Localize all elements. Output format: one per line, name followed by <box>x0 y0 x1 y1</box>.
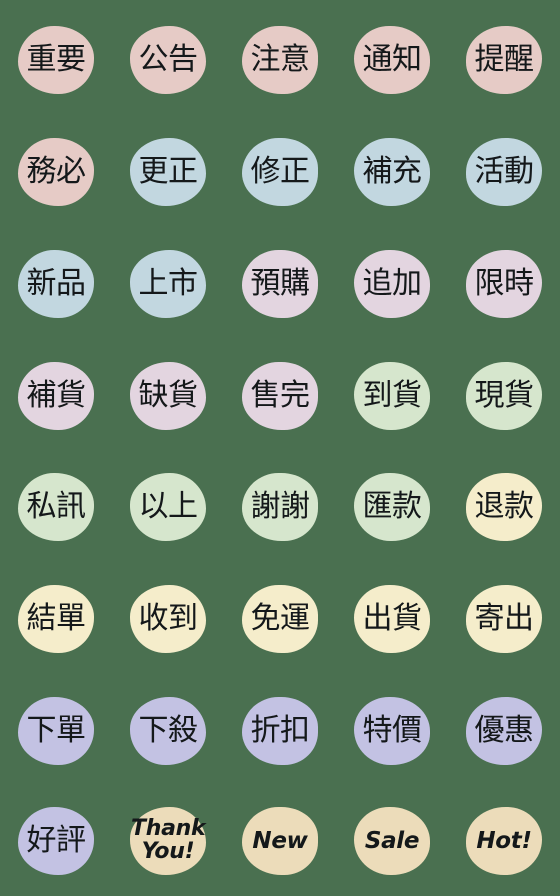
sticker-label: 現貨 <box>474 379 535 412</box>
sticker-label: 新品 <box>26 267 87 300</box>
sticker-label: Thank You! <box>131 816 206 864</box>
sticker-label: 好評 <box>26 824 87 857</box>
sticker-label: 結單 <box>26 602 87 635</box>
sticker-label: 更正 <box>138 155 199 188</box>
sticker-label: 匯款 <box>362 490 423 523</box>
sticker-label: 以上 <box>138 490 199 523</box>
sticker-6-1[interactable]: 結單 <box>18 585 94 653</box>
sticker-label: 活動 <box>474 155 535 188</box>
sticker-label: 謝謝 <box>250 490 311 523</box>
sticker-1-2[interactable]: 公告 <box>130 26 206 94</box>
sticker-label: 下單 <box>26 714 87 747</box>
sticker-4-1[interactable]: 補貨 <box>18 362 94 430</box>
sticker-label: 追加 <box>362 267 423 300</box>
sticker-7-1[interactable]: 下單 <box>18 697 94 765</box>
sticker-label: 特價 <box>362 714 423 747</box>
sticker-label: 出貨 <box>362 602 423 635</box>
sticker-6-3[interactable]: 免運 <box>242 585 318 653</box>
sticker-label: 退款 <box>474 490 535 523</box>
sticker-2-5[interactable]: 活動 <box>466 138 542 206</box>
sticker-5-4[interactable]: 匯款 <box>354 473 430 541</box>
sticker-2-4[interactable]: 補充 <box>354 138 430 206</box>
sticker-3-3[interactable]: 預購 <box>242 250 318 318</box>
sticker-3-4[interactable]: 追加 <box>354 250 430 318</box>
sticker-label: 提醒 <box>474 43 535 76</box>
sticker-8-1[interactable]: 好評 <box>18 807 94 875</box>
sticker-6-5[interactable]: 寄出 <box>466 585 542 653</box>
sticker-7-3[interactable]: 折扣 <box>242 697 318 765</box>
sticker-label: 免運 <box>250 602 311 635</box>
sticker-5-1[interactable]: 私訊 <box>18 473 94 541</box>
sticker-label: 修正 <box>250 155 311 188</box>
sticker-6-2[interactable]: 收到 <box>130 585 206 653</box>
sticker-label: 務必 <box>26 155 87 188</box>
sticker-label: New <box>252 827 308 854</box>
sticker-label: 通知 <box>362 43 423 76</box>
sticker-8-3[interactable]: New <box>242 807 318 875</box>
sticker-3-5[interactable]: 限時 <box>466 250 542 318</box>
sticker-2-3[interactable]: 修正 <box>242 138 318 206</box>
sticker-7-2[interactable]: 下殺 <box>130 697 206 765</box>
emoji-sticker-sheet: 重要 公告 注意 通知 提醒務必 更正 修正 補充 活動新品 上市 預購 追加 限時補貨 缺貨 售完 到貨 現貨… <box>0 0 560 896</box>
sticker-6-4[interactable]: 出貨 <box>354 585 430 653</box>
sticker-8-5[interactable]: Hot! <box>466 807 542 875</box>
sticker-2-1[interactable]: 務必 <box>18 138 94 206</box>
sticker-2-2[interactable]: 更正 <box>130 138 206 206</box>
sticker-label: 上市 <box>138 267 199 300</box>
sticker-4-4[interactable]: 到貨 <box>354 362 430 430</box>
sticker-1-1[interactable]: 重要 <box>18 26 94 94</box>
sticker-label: 補充 <box>362 155 423 188</box>
sticker-label: 收到 <box>138 602 199 635</box>
sticker-label: 公告 <box>138 43 199 76</box>
sticker-label: 到貨 <box>362 379 423 412</box>
sticker-8-2[interactable]: Thank You! <box>130 807 206 875</box>
sticker-4-3[interactable]: 售完 <box>242 362 318 430</box>
sticker-5-2[interactable]: 以上 <box>130 473 206 541</box>
sticker-label: 缺貨 <box>138 379 199 412</box>
sticker-label: Sale <box>364 827 420 854</box>
sticker-4-2[interactable]: 缺貨 <box>130 362 206 430</box>
sticker-label: 重要 <box>26 43 87 76</box>
sticker-label: 限時 <box>474 267 535 300</box>
sticker-label: 私訊 <box>26 490 87 523</box>
sticker-label: 注意 <box>250 43 311 76</box>
sticker-3-1[interactable]: 新品 <box>18 250 94 318</box>
sticker-label: 售完 <box>250 379 311 412</box>
sticker-7-5[interactable]: 優惠 <box>466 697 542 765</box>
sticker-label: 下殺 <box>138 714 199 747</box>
sticker-5-5[interactable]: 退款 <box>466 473 542 541</box>
sticker-label: 寄出 <box>474 602 535 635</box>
sticker-1-4[interactable]: 通知 <box>354 26 430 94</box>
sticker-8-4[interactable]: Sale <box>354 807 430 875</box>
sticker-label: 優惠 <box>474 714 535 747</box>
sticker-1-5[interactable]: 提醒 <box>466 26 542 94</box>
sticker-1-3[interactable]: 注意 <box>242 26 318 94</box>
sticker-label: 折扣 <box>250 714 311 747</box>
sticker-4-5[interactable]: 現貨 <box>466 362 542 430</box>
sticker-label: 補貨 <box>26 379 87 412</box>
sticker-label: 預購 <box>250 267 311 300</box>
sticker-7-4[interactable]: 特價 <box>354 697 430 765</box>
sticker-3-2[interactable]: 上市 <box>130 250 206 318</box>
sticker-label: Hot! <box>476 827 532 854</box>
sticker-5-3[interactable]: 謝謝 <box>242 473 318 541</box>
